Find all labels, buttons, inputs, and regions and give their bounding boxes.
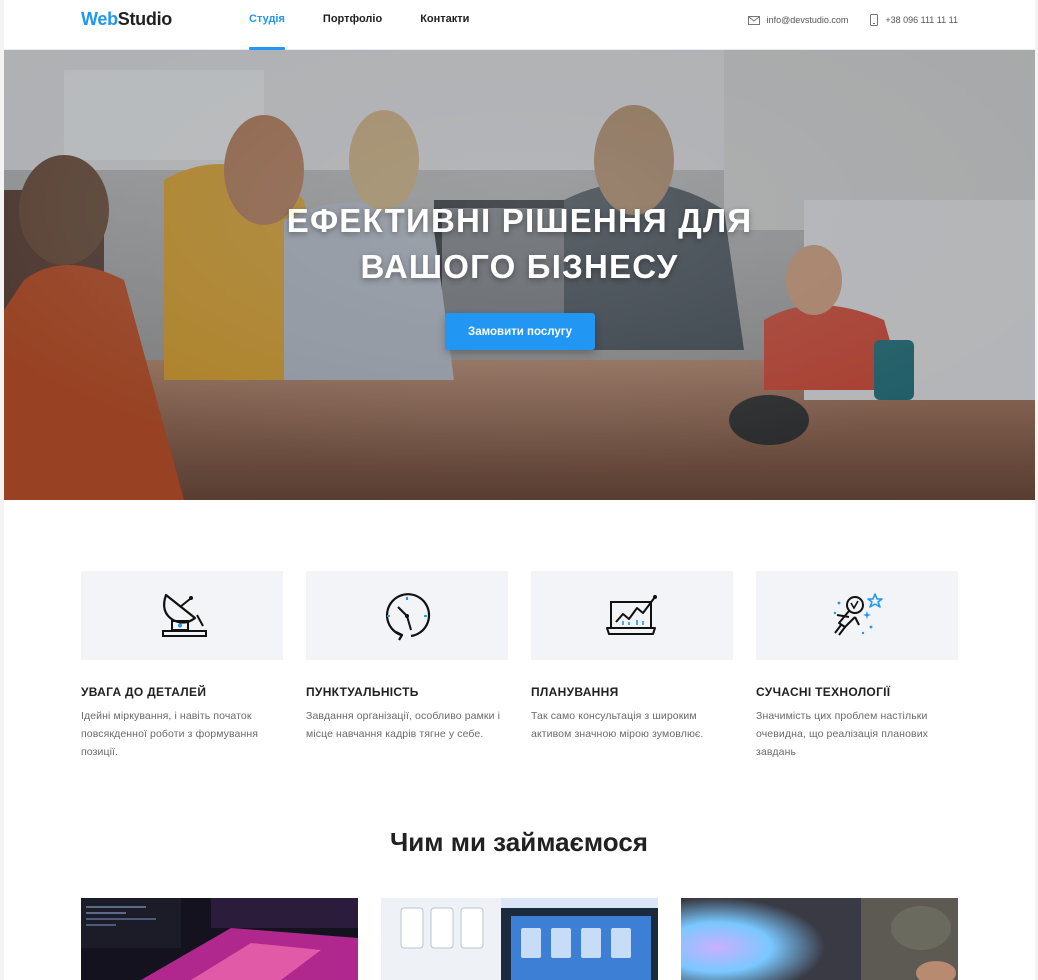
desktop-workplace-image — [681, 898, 958, 980]
services-list — [81, 898, 981, 980]
hero-title: Ефективні рішення для вашого бізнесу — [4, 198, 1035, 290]
feature-title: Сучасні технології — [756, 685, 891, 699]
phone-link[interactable]: +38 096 111 11 11 — [870, 14, 958, 26]
app-design-image — [381, 898, 658, 980]
logo-rest: Studio — [117, 9, 172, 29]
section-title: Чим ми займаємося — [390, 827, 648, 857]
feature-text: Так само консультація з широким активом … — [531, 710, 704, 740]
astronaut-icon — [833, 592, 883, 636]
feature-text: Ідейні міркування, і навіть початок повс… — [81, 710, 259, 758]
nav-item-studio[interactable]: Студія — [249, 0, 285, 50]
laptop-code-image — [81, 898, 358, 980]
email-link[interactable]: info@devstudio.com — [747, 15, 849, 25]
service-image[interactable] — [381, 898, 658, 980]
hero: Ефективні рішення для вашого бізнесу Зам… — [4, 50, 1035, 500]
hero-title-line1: Ефективні рішення для — [286, 202, 753, 239]
email-text: info@devstudio.com — [766, 15, 849, 25]
feature-title: Увага до деталей — [81, 685, 207, 699]
clock-icon — [385, 592, 431, 641]
feature-title: Планування — [531, 685, 619, 699]
feature-card: Планування Так само консультація з широк… — [531, 571, 733, 761]
feature-card: Сучасні технології Значимість цих пробле… — [756, 571, 958, 761]
feature-text: Завдання організації, особливо рамки і м… — [306, 710, 501, 740]
nav-item-contacts[interactable]: Контакти — [420, 0, 469, 50]
feature-text: Значимість цих проблем настільки очевидн… — [756, 710, 929, 758]
phone-icon — [870, 14, 879, 26]
service-image[interactable] — [681, 898, 958, 980]
service-image[interactable] — [81, 898, 358, 980]
hero-title-line2: вашого бізнесу — [360, 248, 679, 285]
feature-icon-box — [531, 571, 733, 660]
site-header: WebStudio Студія Портфоліо Контакти info… — [4, 0, 1035, 50]
features: Увага до деталей Ідейні міркування, і на… — [81, 571, 981, 761]
feature-card: Пунктуальність Завдання організації, осо… — [306, 571, 508, 761]
feature-icon-box — [81, 571, 283, 660]
order-service-button[interactable]: Замовити послугу — [445, 313, 595, 350]
header-contacts: info@devstudio.com +38 096 111 11 11 — [726, 0, 958, 40]
logo[interactable]: WebStudio — [81, 9, 172, 30]
feature-icon-box — [756, 571, 958, 660]
chart-laptop-icon — [606, 594, 657, 635]
nav-item-portfolio[interactable]: Портфоліо — [323, 0, 382, 50]
logo-accent: Web — [81, 9, 118, 29]
phone-text: +38 096 111 11 11 — [885, 15, 958, 25]
feature-card: Увага до деталей Ідейні міркування, і на… — [81, 571, 283, 761]
feature-title: Пунктуальність — [306, 685, 419, 699]
satellite-dish-icon — [162, 593, 207, 637]
feature-icon-box — [306, 571, 508, 660]
envelope-icon — [747, 15, 760, 25]
main-nav: Студія Портфоліо Контакти — [249, 0, 507, 50]
